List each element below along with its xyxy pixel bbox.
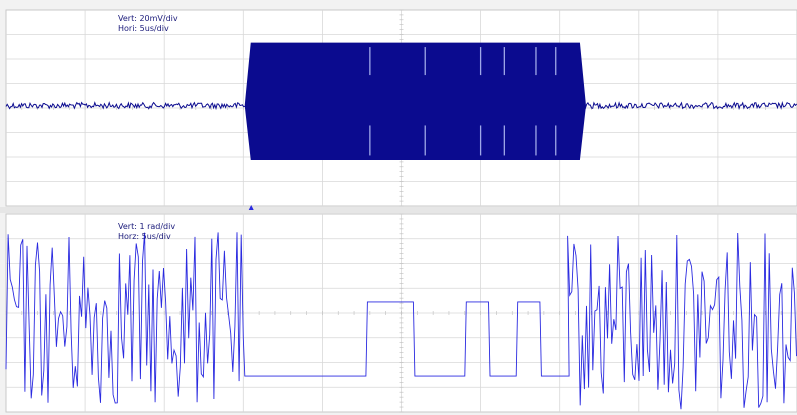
top-vert-label: Vert: 20mV/div (118, 14, 178, 23)
top-hori-label: Hori: 5us/div (118, 24, 169, 33)
panel-divider (0, 207, 797, 213)
bottom-vert-label: Vert: 1 rad/div (118, 222, 175, 231)
bottom-horz-label: Horz: 5us/div (118, 232, 171, 241)
oscilloscope-display: Vert: 20mV/div Hori: 5us/div Vert: 1 rad… (0, 9, 797, 413)
top-trace-burst (244, 42, 586, 160)
